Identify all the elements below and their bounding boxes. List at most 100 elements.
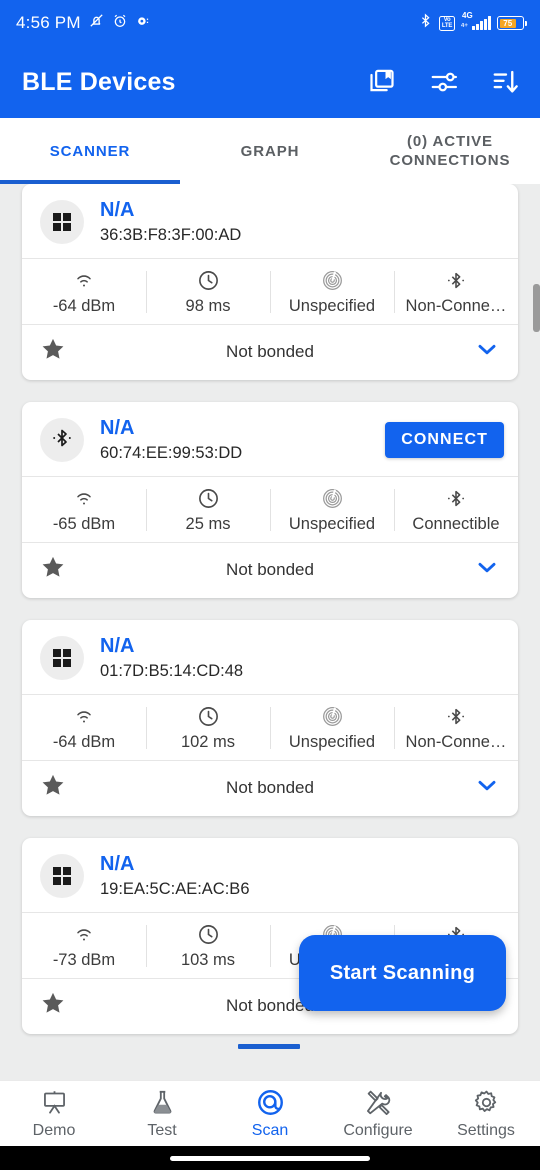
stat-appearance-value: Unspecified	[288, 733, 376, 751]
vertical-scrollbar[interactable]	[533, 284, 540, 332]
stat-connectivity: Non-Conne…	[394, 704, 518, 752]
stat-rssi: -64 dBm	[22, 268, 146, 316]
signal-wifi-icon	[72, 486, 96, 510]
device-name: N/A	[100, 417, 135, 439]
tools-icon	[365, 1088, 392, 1118]
device-card-header: N/A 60:74:EE:99:53:DD CONNECT	[22, 402, 518, 476]
device-card-header: N/A 19:EA:5C:AE:AC:B6	[22, 838, 518, 912]
device-name: N/A	[100, 199, 135, 221]
stat-interval-value: 103 ms	[180, 951, 236, 969]
broadcast-rings-icon	[321, 486, 344, 510]
bond-state: Not bonded	[226, 777, 314, 797]
presentation-board-icon	[41, 1088, 68, 1118]
scan-target-icon	[256, 1088, 285, 1118]
bond-state: Not bonded	[226, 559, 314, 579]
gear-icon	[473, 1088, 500, 1118]
tab-scanner[interactable]: SCANNER	[0, 118, 180, 184]
clock-icon	[197, 268, 220, 292]
device-stats: -64 dBm 98 ms Unspecified Non-Conne…	[22, 258, 518, 324]
device-stats: -64 dBm 102 ms Unspecified Non-Conne…	[22, 694, 518, 760]
status-bar-right: Vo LTE 4G 4+ 75	[418, 11, 527, 34]
stat-connectivity: Connectible	[394, 486, 518, 534]
grid-squares-icon	[52, 212, 72, 232]
tab-graph[interactable]: GRAPH	[180, 118, 360, 184]
device-mac-address: 01:7D:B5:14:CD:48	[100, 662, 244, 680]
favorite-star-icon[interactable]	[40, 990, 66, 1021]
bond-state: Not bonded	[226, 341, 314, 361]
start-scanning-button[interactable]: Start Scanning	[299, 935, 506, 1011]
chevron-down-icon[interactable]	[474, 772, 500, 803]
favorite-star-icon[interactable]	[40, 772, 66, 803]
volte-icon: Vo LTE	[439, 15, 456, 31]
device-card-header: N/A 01:7D:B5:14:CD:48	[22, 620, 518, 694]
nav-item-demo[interactable]: Demo	[0, 1088, 108, 1140]
bluetooth-icon	[50, 426, 74, 455]
device-avatar	[40, 636, 84, 680]
stat-appearance: Unspecified	[270, 704, 394, 752]
stat-rssi: -65 dBm	[22, 486, 146, 534]
device-identity: N/A 36:3B:F8:3F:00:AD	[100, 198, 241, 246]
device-card[interactable]: N/A 36:3B:F8:3F:00:AD -64 dBm 98 ms Unsp…	[22, 184, 518, 380]
clock-icon	[197, 922, 220, 946]
tab-active-connections[interactable]: (0) ACTIVE CONNECTIONS	[360, 118, 540, 184]
device-identity: N/A 60:74:EE:99:53:DD	[100, 416, 242, 464]
stat-interval: 25 ms	[146, 486, 270, 534]
device-card-footer: Not bonded	[22, 760, 518, 816]
device-mac-address: 19:EA:5C:AE:AC:B6	[100, 880, 250, 898]
bluetooth-icon	[445, 486, 467, 510]
chevron-down-icon[interactable]	[474, 554, 500, 585]
tune-icon[interactable]	[428, 66, 460, 98]
clock-icon	[197, 704, 220, 728]
device-avatar	[40, 200, 84, 244]
favorite-star-icon[interactable]	[40, 336, 66, 367]
app-bar: BLE Devices	[0, 46, 540, 118]
nav-item-scan[interactable]: Scan	[216, 1088, 324, 1140]
nav-label-test: Test	[147, 1121, 177, 1139]
chevron-down-icon[interactable]	[474, 336, 500, 367]
device-identity: N/A 19:EA:5C:AE:AC:B6	[100, 852, 250, 900]
stat-connectivity-value: Non-Conne…	[405, 297, 507, 315]
collections-bookmark-icon[interactable]	[366, 66, 398, 98]
device-mac-address: 60:74:EE:99:53:DD	[100, 444, 243, 462]
stat-appearance: Unspecified	[270, 486, 394, 534]
nav-item-configure[interactable]: Configure	[324, 1088, 432, 1140]
device-card[interactable]: N/A 60:74:EE:99:53:DD CONNECT -65 dBm 25…	[22, 402, 518, 598]
stat-rssi-value: -65 dBm	[52, 515, 116, 533]
device-card[interactable]: N/A 01:7D:B5:14:CD:48 -64 dBm 102 ms Uns…	[22, 620, 518, 816]
stat-rssi-value: -64 dBm	[52, 297, 116, 315]
nav-label-scan: Scan	[251, 1121, 289, 1139]
nav-item-settings[interactable]: Settings	[432, 1088, 540, 1140]
recording-dot-icon	[135, 13, 150, 33]
status-bar-clock: 4:56 PM	[16, 13, 81, 32]
network-signal-icon: 4G 4+	[461, 11, 491, 30]
signal-wifi-icon	[72, 704, 96, 728]
bluetooth-icon	[418, 12, 433, 34]
device-card-header: N/A 36:3B:F8:3F:00:AD	[22, 184, 518, 258]
ble-devices-app: 4:56 PM Vo LTE 4G 4+ 75 BLE Devices SCAN…	[0, 0, 540, 1170]
device-stats: -65 dBm 25 ms Unspecified Connectible	[22, 476, 518, 542]
nav-item-test[interactable]: Test	[108, 1088, 216, 1140]
stat-interval: 102 ms	[146, 704, 270, 752]
signal-wifi-icon	[72, 922, 96, 946]
bottom-navigation: Demo Test Scan Configure Settings	[0, 1080, 540, 1146]
grid-squares-icon	[52, 648, 72, 668]
sort-descending-icon[interactable]	[490, 66, 522, 98]
connect-button[interactable]: CONNECT	[385, 422, 504, 458]
flask-icon	[149, 1088, 176, 1118]
stat-appearance-value: Unspecified	[288, 515, 376, 533]
bluetooth-icon	[445, 704, 467, 728]
device-card-footer: Not bonded	[22, 542, 518, 598]
alarm-clock-icon	[112, 13, 128, 34]
stat-interval-value: 25 ms	[185, 515, 231, 533]
battery-icon: 75	[497, 16, 527, 30]
stat-rssi-value: -73 dBm	[52, 951, 116, 969]
signal-wifi-icon	[72, 268, 96, 292]
stat-appearance: Unspecified	[270, 268, 394, 316]
favorite-star-icon[interactable]	[40, 554, 66, 585]
status-bar-left: 4:56 PM	[16, 12, 150, 34]
stat-interval-value: 102 ms	[180, 733, 236, 751]
stat-connectivity-value: Non-Conne…	[405, 733, 507, 751]
device-avatar	[40, 418, 84, 462]
grid-squares-icon	[52, 866, 72, 886]
tab-bar: SCANNER GRAPH (0) ACTIVE CONNECTIONS	[0, 118, 540, 184]
